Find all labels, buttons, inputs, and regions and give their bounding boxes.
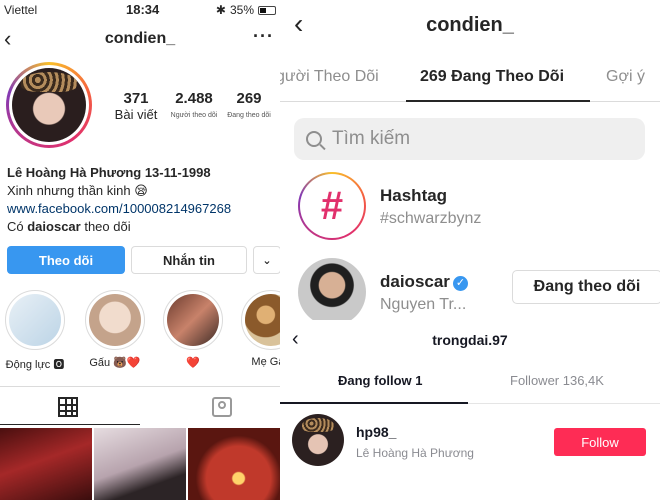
user-avatar[interactable]: [292, 414, 344, 466]
follow-tabs: gười Theo Dõi 269 Đang Theo Dõi Gợi ý: [280, 56, 660, 102]
instagram-profile-panel: Viettel 18:34 ✱ 35% ‹ condien_ ··· 371 B…: [0, 0, 280, 500]
highlight-item[interactable]: Gấu 🐻❤️: [84, 290, 146, 369]
search-icon: [306, 131, 322, 147]
followers-count: 2.488: [175, 90, 213, 107]
profile-avatar[interactable]: [6, 62, 92, 148]
hashtag-icon: #: [298, 172, 366, 240]
message-button[interactable]: Nhắn tin: [131, 246, 247, 274]
following-label: Đang theo dõi: [227, 112, 271, 119]
search-placeholder: Tìm kiếm: [332, 128, 411, 149]
tiktok-username: trongdai.97: [432, 332, 508, 348]
status-icons: ✱ 35%: [216, 3, 276, 17]
highlight-label: Mẹ Gấu: [251, 356, 280, 368]
list-item-hashtag[interactable]: # Hashtag #schwarzbynz: [294, 172, 654, 242]
follow-button[interactable]: Theo dõi: [7, 246, 125, 274]
grid-icon[interactable]: [58, 397, 78, 417]
item-title: hp98_: [356, 424, 397, 440]
highlight-item[interactable]: Động lực 🅾: [4, 290, 66, 372]
followers-stat[interactable]: 2.488 Người theo dõi: [164, 90, 224, 122]
list-username: condien_: [426, 14, 514, 36]
bio-link[interactable]: www.facebook.com/100008214967268: [7, 200, 279, 218]
profile-stats: 371 Bài viết 2.488 Người theo dõi 269 Đa…: [108, 90, 280, 122]
verified-badge-icon: ✓: [452, 276, 468, 291]
item-title: Hashtag: [380, 186, 448, 205]
item-title: daioscar ✓: [380, 272, 468, 292]
bluetooth-icon: ✱: [215, 3, 226, 17]
profile-header: ‹ condien_ ···: [0, 24, 280, 56]
posts-count: 371: [123, 90, 149, 107]
following-list-panel: ‹ condien_ gười Theo Dõi 269 Đang Theo D…: [280, 0, 660, 320]
highlight-label: Động lực 🅾: [5, 359, 65, 371]
tab-following[interactable]: 269 Đang Theo Dõi: [420, 68, 564, 86]
photo-grid: [0, 428, 280, 500]
active-tab-indicator: [280, 402, 468, 404]
suggestions-dropdown-button[interactable]: ⌄: [253, 246, 280, 274]
highlight-label: ❤️: [186, 357, 200, 369]
profile-tabs: [0, 386, 280, 426]
follow-button[interactable]: Follow: [554, 428, 646, 456]
clock: 18:34: [126, 2, 160, 17]
profile-username: condien_: [104, 30, 176, 47]
photo-thumbnail[interactable]: [188, 428, 280, 500]
tab-suggested[interactable]: Gợi ý: [606, 68, 645, 86]
tab-following[interactable]: Đang follow 1: [338, 373, 423, 388]
followers-label: Người theo dõi: [170, 112, 218, 119]
tiktok-tabs: Đang follow 1 Follower 136,4K: [280, 364, 660, 404]
user-avatar[interactable]: [298, 258, 366, 320]
story-highlights: Động lực 🅾 Gấu 🐻❤️ ❤️ Mẹ Gấu: [0, 290, 280, 372]
posts-label: Bài viết: [114, 107, 158, 122]
battery-icon: [258, 5, 276, 15]
highlight-item[interactable]: ❤️: [162, 290, 224, 369]
active-tab-indicator: [0, 424, 140, 425]
profile-bio: Lê Hoàng Hà Phương 13-11-1998 Xinh nhưng…: [7, 164, 279, 236]
highlight-item[interactable]: Mẹ Gấu: [240, 290, 280, 368]
item-subtitle: Nguyen Tr...: [380, 296, 467, 313]
highlight-label: Gấu 🐻❤️: [89, 357, 141, 369]
tab-followers[interactable]: Follower 136,4K: [510, 373, 604, 388]
item-subtitle: #schwarzbynz: [380, 210, 482, 227]
profile-actions: Theo dõi Nhắn tin ⌄: [7, 246, 280, 274]
full-name: Lê Hoàng Hà Phương 13-11-1998: [7, 165, 211, 180]
status-bar: Viettel 18:34 ✱ 35%: [0, 0, 280, 20]
photo-thumbnail[interactable]: [94, 428, 186, 500]
following-button[interactable]: Đang theo dõi: [512, 270, 660, 304]
more-options-icon[interactable]: ···: [253, 26, 274, 47]
tab-followers[interactable]: gười Theo Dõi: [280, 68, 379, 86]
posts-stat[interactable]: 371 Bài viết: [108, 90, 164, 122]
bio-text: Xinh nhưng thần kinh 😪: [7, 183, 148, 198]
active-tab-indicator: [406, 100, 590, 102]
item-subtitle: Lê Hoàng Hà Phương: [356, 446, 474, 460]
battery-percent: 35%: [229, 3, 254, 17]
following-stat[interactable]: 269 Đang theo dõi: [224, 90, 274, 122]
photo-thumbnail[interactable]: [0, 428, 92, 500]
tagged-icon[interactable]: [212, 397, 232, 417]
following-count: 269: [236, 90, 262, 107]
list-item-user[interactable]: daioscar ✓ Nguyen Tr... Đang theo dõi: [294, 258, 660, 320]
tiktok-follow-panel: ‹ trongdai.97 Đang follow 1 Follower 136…: [280, 320, 660, 500]
search-input[interactable]: Tìm kiếm: [294, 118, 645, 160]
list-item-user[interactable]: hp98_ Lê Hoàng Hà Phương Follow: [280, 414, 660, 472]
carrier-label: Viettel: [4, 3, 38, 17]
followed-by[interactable]: Có daioscar theo dõi: [7, 218, 279, 236]
